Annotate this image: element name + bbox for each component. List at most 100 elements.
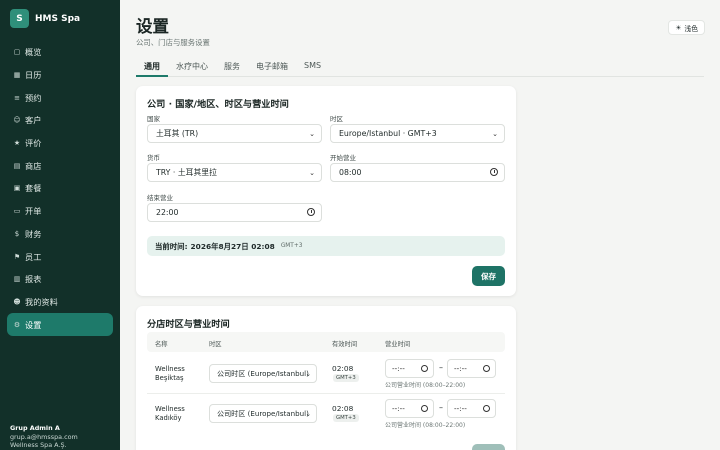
- card-title: 公司 · 国家/地区、时区与营业时间: [147, 99, 289, 110]
- branch-open-time-value: --:--: [392, 404, 405, 413]
- package-icon: ▣: [13, 184, 21, 193]
- chevron-down-icon: ⌄: [309, 169, 315, 177]
- close-time-input[interactable]: 22:00: [147, 203, 322, 222]
- sidebar-nav: ▢ 概览 ▦ 日历 ≡ 预约 ☺ 客户 ★ 评价 ▤ 商店 ▣ 套餐 ▭ 开单 $ 财务 ⚑ 员工 …: [7, 41, 113, 336]
- sidebar-item-label: 员工: [25, 251, 42, 262]
- main-content: 设置 公司、门店与服务设置 ☀ 浅色 通用 水疗中心 服务 电子邮箱 SMS 公…: [120, 0, 720, 450]
- tab-email[interactable]: 电子邮箱: [248, 58, 296, 77]
- branch-save-button[interactable]: [472, 444, 505, 450]
- tab-services[interactable]: 服务: [216, 58, 248, 77]
- chevron-down-icon: ⌄: [309, 130, 315, 138]
- timezone-label: 时区: [330, 115, 343, 123]
- chevron-down-icon: ⌄: [305, 370, 311, 378]
- branch-timezone-select[interactable]: 公司时区 (Europe/Istanbul) ⌄: [209, 364, 317, 383]
- column-header-name: 名称: [155, 341, 168, 348]
- sidebar-item-store[interactable]: ▤ 商店: [7, 154, 113, 177]
- effective-time: 02:08: [332, 364, 354, 373]
- effective-time: 02:08: [332, 404, 354, 413]
- branch-close-time-input[interactable]: --:--: [447, 399, 496, 418]
- chevron-down-icon: ⌄: [305, 410, 311, 418]
- branch-open-time-input[interactable]: --:--: [385, 359, 434, 378]
- hours-note: 公司营业时间 (08:00–22:00): [385, 422, 466, 429]
- money-icon: $: [14, 229, 20, 238]
- column-header-timezone: 时区: [209, 341, 222, 348]
- branch-timezone-value: 公司时区 (Europe/Istanbul): [217, 368, 309, 378]
- timezone-select[interactable]: Europe/Istanbul · GMT+3 ⌄: [330, 124, 505, 143]
- settings-tabs: 通用 水疗中心 服务 电子邮箱 SMS: [136, 58, 704, 77]
- tab-general[interactable]: 通用: [136, 58, 168, 77]
- sidebar-item-label: 概览: [25, 47, 42, 58]
- sidebar-item-customers[interactable]: ☺ 客户: [7, 109, 113, 132]
- sidebar-item-label: 开单: [25, 206, 42, 217]
- page-subtitle: 公司、门店与服务设置: [136, 38, 210, 47]
- open-time-value: 08:00: [339, 168, 362, 177]
- table-row: Wellness Beşiktaş 公司时区 (Europe/Istanbul)…: [147, 356, 505, 397]
- sidebar-item-profile[interactable]: ☻ 我的资料: [7, 291, 113, 314]
- sidebar-item-calendar[interactable]: ▦ 日历: [7, 64, 113, 87]
- branch-settings-card: 分店时区与营业时间 名称 时区 有效时间 营业时间 Wellness Beşik…: [136, 306, 516, 450]
- user-icon: ☻: [13, 297, 21, 306]
- clock-icon: [421, 405, 428, 412]
- column-header-effective: 有效时间: [332, 341, 358, 348]
- current-time-tz: GMT+3: [280, 243, 303, 249]
- clock-icon: [483, 365, 490, 372]
- branch-timezone-select[interactable]: 公司时区 (Europe/Istanbul) ⌄: [209, 404, 317, 423]
- save-button[interactable]: 保存: [472, 266, 505, 286]
- user-info: Grup Admin A grup.a@hmsspa.com Wellness …: [10, 424, 78, 450]
- sidebar-item-reports[interactable]: ▥ 报表: [7, 268, 113, 291]
- branch-name: Wellness Beşiktaş: [155, 365, 185, 382]
- theme-toggle-button[interactable]: ☀ 浅色: [668, 20, 705, 35]
- tab-sms[interactable]: SMS: [296, 58, 329, 77]
- customers-icon: ☺: [13, 116, 21, 125]
- clock-icon: [421, 365, 428, 372]
- row-divider: [147, 393, 505, 394]
- country-select[interactable]: 土耳其 (TR) ⌄: [147, 124, 322, 143]
- column-header-hours: 营业时间: [385, 341, 411, 348]
- page-title: 设置: [136, 17, 169, 36]
- sidebar-item-label: 商店: [25, 160, 42, 171]
- sidebar-item-label: 我的资料: [25, 296, 58, 307]
- theme-label: 浅色: [684, 24, 698, 33]
- current-time-label: 当前时间:: [155, 241, 188, 251]
- table-header: 名称 时区 有效时间 营业时间: [147, 332, 505, 352]
- brand[interactable]: S HMS Spa: [10, 9, 80, 28]
- brand-logo: S: [10, 9, 29, 28]
- country-value: 土耳其 (TR): [156, 129, 199, 138]
- sidebar-item-overview[interactable]: ▢ 概览: [7, 41, 113, 64]
- effective-tz-badge: GMT+3: [333, 374, 359, 382]
- sidebar-item-settings[interactable]: ⚙ 设置: [7, 313, 113, 336]
- sidebar-item-reviews[interactable]: ★ 评价: [7, 132, 113, 155]
- currency-label: 货币: [147, 154, 160, 162]
- tab-spa-center[interactable]: 水疗中心: [168, 58, 216, 77]
- store-icon: ▤: [13, 161, 21, 170]
- time-separator: –: [439, 403, 443, 412]
- sidebar-item-packages[interactable]: ▣ 套餐: [7, 177, 113, 200]
- sidebar-item-label: 客户: [25, 115, 42, 126]
- chevron-down-icon: ⌄: [492, 130, 498, 138]
- branch-open-time-value: --:--: [392, 364, 405, 373]
- currency-value: TRY · 土耳其里拉: [156, 168, 217, 177]
- card-title: 分店时区与营业时间: [147, 319, 230, 330]
- open-time-input[interactable]: 08:00: [330, 163, 505, 182]
- sidebar-item-appointments[interactable]: ≡ 预约: [7, 86, 113, 109]
- branch-close-time-value: --:--: [454, 364, 467, 373]
- branch-open-time-input[interactable]: --:--: [385, 399, 434, 418]
- current-time-banner: 当前时间: 2026年8月27日 02:08 GMT+3: [147, 236, 505, 256]
- close-time-label: 结束营业: [147, 194, 173, 202]
- flag-icon: ⚑: [13, 252, 21, 261]
- receipt-icon: ▭: [13, 207, 21, 216]
- sidebar-item-billing[interactable]: ▭ 开单: [7, 200, 113, 223]
- close-time-value: 22:00: [156, 208, 179, 217]
- sidebar-item-staff[interactable]: ⚑ 员工: [7, 245, 113, 268]
- brand-name: HMS Spa: [35, 13, 81, 24]
- branch-close-time-input[interactable]: --:--: [447, 359, 496, 378]
- currency-select[interactable]: TRY · 土耳其里拉 ⌄: [147, 163, 322, 182]
- sidebar-item-finance[interactable]: $ 财务: [7, 223, 113, 246]
- table-row: Wellness Kadıköy 公司时区 (Europe/Istanbul) …: [147, 397, 505, 438]
- user-name: Grup Admin A: [10, 424, 60, 432]
- sidebar: S HMS Spa ▢ 概览 ▦ 日历 ≡ 预约 ☺ 客户 ★ 评价 ▤ 商店 ▣ 套餐 ▭ 开…: [0, 0, 120, 450]
- dashboard-icon: ▢: [13, 48, 21, 57]
- timezone-value: Europe/Istanbul · GMT+3: [339, 129, 437, 138]
- sun-icon: ☀: [675, 23, 682, 32]
- sidebar-item-label: 财务: [25, 228, 42, 239]
